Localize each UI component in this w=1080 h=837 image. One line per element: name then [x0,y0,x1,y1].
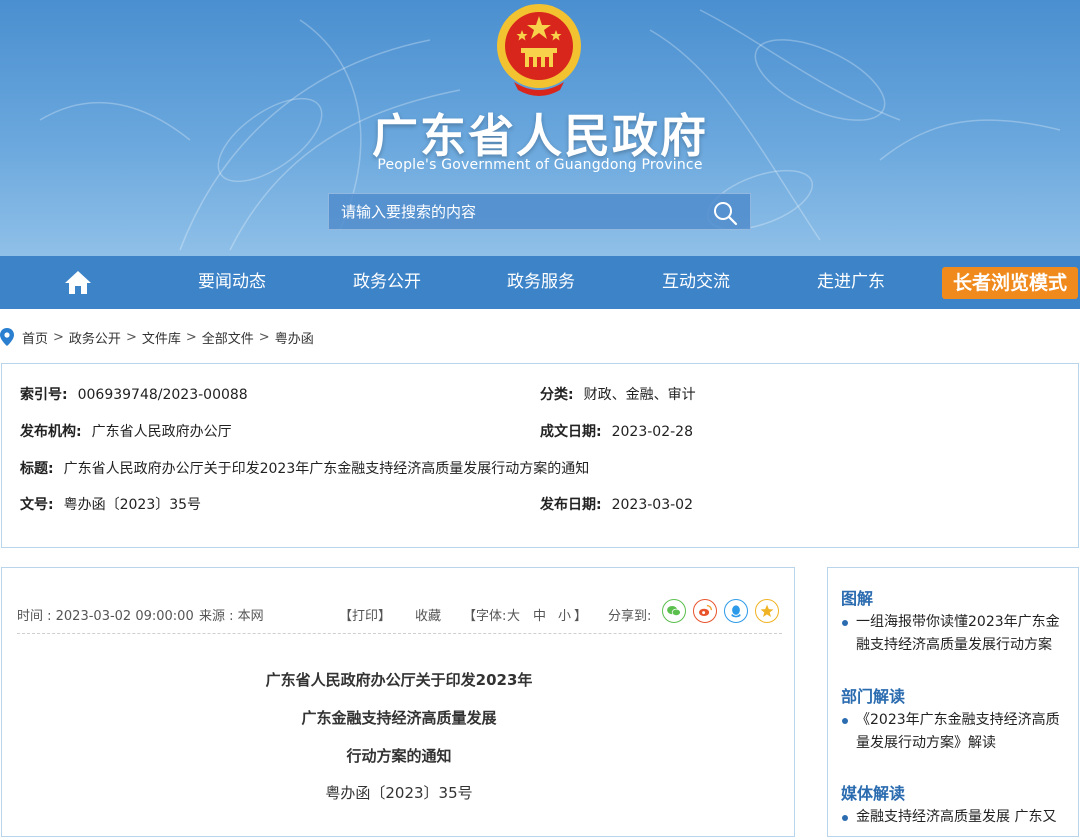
font-size-suffix: 】 [574,609,588,624]
meta-issuer: 发布机构: 广东省人民政府办公厅 [20,421,232,441]
favorite-star-share-icon[interactable] [755,599,779,623]
meta-written-value: 2023-02-28 [611,424,693,440]
qq-share-icon[interactable] [724,599,748,623]
favorite-button[interactable]: 收藏 [415,605,441,624]
document-title-line-1: 广东省人民政府办公厅关于印发2023年 [265,671,533,689]
sidebar-heading-graphics[interactable]: 图解 [841,585,873,609]
nav-item-news[interactable]: 要闻动态 [172,256,292,309]
share-label: 分享到: [608,609,652,624]
meta-published-value: 2023-03-02 [611,497,693,513]
meta-docno-value: 粤办函〔2023〕35号 [63,497,202,513]
sidebar-heading-media[interactable]: 媒体解读 [841,780,905,804]
meta-category: 分类: 财政、金融、审计 [540,384,696,404]
document-title-line-3: 行动方案的通知 [346,747,452,765]
meta-written-date: 成文日期: 2023-02-28 [540,421,693,441]
search-icon[interactable] [712,200,738,226]
breadcrumb-current[interactable]: 粤办函 [275,328,314,347]
breadcrumb-separator: > [185,329,197,345]
meta-index-label: 索引号: [20,387,68,403]
breadcrumb-all-documents[interactable]: 全部文件 [202,328,254,347]
meta-issuer-value: 广东省人民政府办公厅 [91,424,232,440]
meta-title-value: 广东省人民政府办公厅关于印发2023年广东金融支持经济高质量发展行动方案的通知 [63,461,590,477]
meta-issuer-label: 发布机构: [20,424,82,440]
sidebar-link-media[interactable]: 金融支持经济高质量发展 广东又 [842,806,1071,829]
breadcrumb-government-affairs[interactable]: 政务公开 [69,328,121,347]
breadcrumb-separator: > [125,329,137,345]
meta-title: 标题: 广东省人民政府办公厅关于印发2023年广东金融支持经济高质量发展行动方案的… [20,458,589,478]
location-pin-icon [0,328,14,346]
search-input[interactable] [329,194,699,229]
document-title-line-2: 广东金融支持经济高质量发展 [301,709,497,727]
nav-item-about-guangdong[interactable]: 走进广东 [791,256,911,309]
breadcrumb-separator: > [53,329,64,345]
document-metadata-panel: 索引号: 006939748/2023-00088 分类: 财政、金融、审计 发布机… [1,363,1079,548]
sidebar-link-department[interactable]: 《2023年广东金融支持经济高质量发展行动方案》解读 [842,709,1071,755]
breadcrumb: 首页 > 政务公开 > 文件库 > 全部文件 > 粤办函 [0,326,314,348]
meta-index: 索引号: 006939748/2023-00088 [20,384,248,404]
font-small-button[interactable]: 小 [558,605,571,624]
meta-index-value: 006939748/2023-00088 [77,387,248,403]
weibo-share-icon[interactable] [693,599,717,623]
breadcrumb-home[interactable]: 首页 [22,328,48,347]
meta-docno-label: 文号: [20,497,54,513]
font-size-prefix: 【字体: [463,609,507,624]
main-nav: 要闻动态 政务公开 政务服务 互动交流 走进广东 长者浏览模式 [0,256,1080,309]
elder-mode-button[interactable]: 长者浏览模式 [942,267,1078,299]
interpretation-sidebar: 图解 一组海报带你读懂2023年广东金融支持经济高质量发展行动方案 部门解读 《… [827,567,1079,837]
article-info-bar: 时间 : 2023-03-02 09:00:00 来源 : 本网 【打印】 收藏… [17,598,782,634]
nav-item-government-services[interactable]: 政务服务 [481,256,601,309]
meta-written-label: 成文日期: [540,424,602,440]
print-button[interactable]: 【打印】 [339,605,391,624]
nav-item-government-affairs[interactable]: 政务公开 [327,256,447,309]
meta-published-label: 发布日期: [540,497,602,513]
wechat-share-icon[interactable] [662,599,686,623]
font-large-button[interactable]: 大 [507,605,520,624]
article-time: 时间 : 2023-03-02 09:00:00 [17,609,194,624]
national-emblem-icon [497,4,581,96]
site-subtitle: People's Government of Guangdong Provinc… [377,157,703,173]
meta-doc-number: 文号: 粤办函〔2023〕35号 [20,494,201,514]
document-number: 粤办函〔2023〕35号 [325,784,473,802]
breadcrumb-document-library[interactable]: 文件库 [142,328,181,347]
meta-title-label: 标题: [20,461,54,477]
nav-item-interaction[interactable]: 互动交流 [636,256,756,309]
search-box [328,193,751,230]
article-panel: 时间 : 2023-03-02 09:00:00 来源 : 本网 【打印】 收藏… [1,567,795,837]
article-source: 来源 : 本网 [199,609,264,624]
sidebar-heading-department[interactable]: 部门解读 [841,683,905,707]
meta-category-label: 分类: [540,387,574,403]
home-icon[interactable] [64,269,92,295]
header-banner: 广东省人民政府 People's Government of Guangdong… [0,0,1080,256]
meta-category-value: 财政、金融、审计 [583,387,696,403]
meta-published-date: 发布日期: 2023-03-02 [540,494,693,514]
font-medium-button[interactable]: 中 [533,605,546,624]
sidebar-link-graphics[interactable]: 一组海报带你读懂2023年广东金融支持经济高质量发展行动方案 [842,611,1071,657]
breadcrumb-separator: > [258,329,270,345]
